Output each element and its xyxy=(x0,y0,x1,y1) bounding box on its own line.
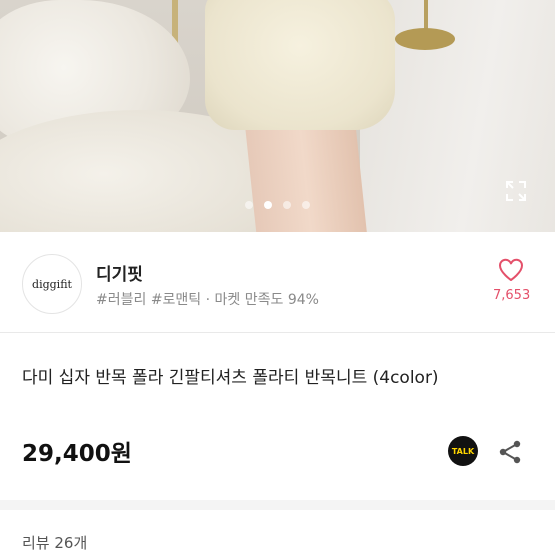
like-count: 7,653 xyxy=(493,288,531,303)
gallery-dot[interactable] xyxy=(244,201,253,209)
product-price: 29,400원 xyxy=(22,441,132,467)
shop-logo[interactable]: diggifit xyxy=(22,254,82,314)
review-tab[interactable]: 리뷰 26개 xyxy=(22,532,87,553)
talk-label: TALK xyxy=(451,446,475,456)
photo-shorts xyxy=(205,0,395,130)
kakao-talk-button[interactable]: TALK xyxy=(448,436,478,466)
photo-lamp xyxy=(395,28,455,50)
shop-info: diggifit 디기핏 #러블리 #로맨틱 · 마켓 만족도 94% 7,65… xyxy=(0,232,555,332)
shop-name[interactable]: 디기핏 xyxy=(96,260,143,285)
product-title: 다미 십자 반목 폴라 긴팔티셔츠 폴라티 반목니트 (4color) xyxy=(22,368,439,388)
gallery-dot[interactable] xyxy=(283,201,292,209)
expand-icon[interactable] xyxy=(505,180,527,202)
shop-tags: #러블리 #로맨틱 · 마켓 만족도 94% xyxy=(96,292,319,308)
share-icon[interactable] xyxy=(496,438,524,466)
product-image[interactable] xyxy=(0,0,555,232)
heart-icon xyxy=(499,258,523,281)
section-divider xyxy=(0,332,555,333)
gallery-pagination xyxy=(0,194,555,213)
gallery-dot-active[interactable] xyxy=(263,201,272,209)
section-divider-thick xyxy=(0,500,555,510)
gallery-dot[interactable] xyxy=(302,201,311,209)
like-button[interactable]: 7,653 xyxy=(493,258,531,310)
